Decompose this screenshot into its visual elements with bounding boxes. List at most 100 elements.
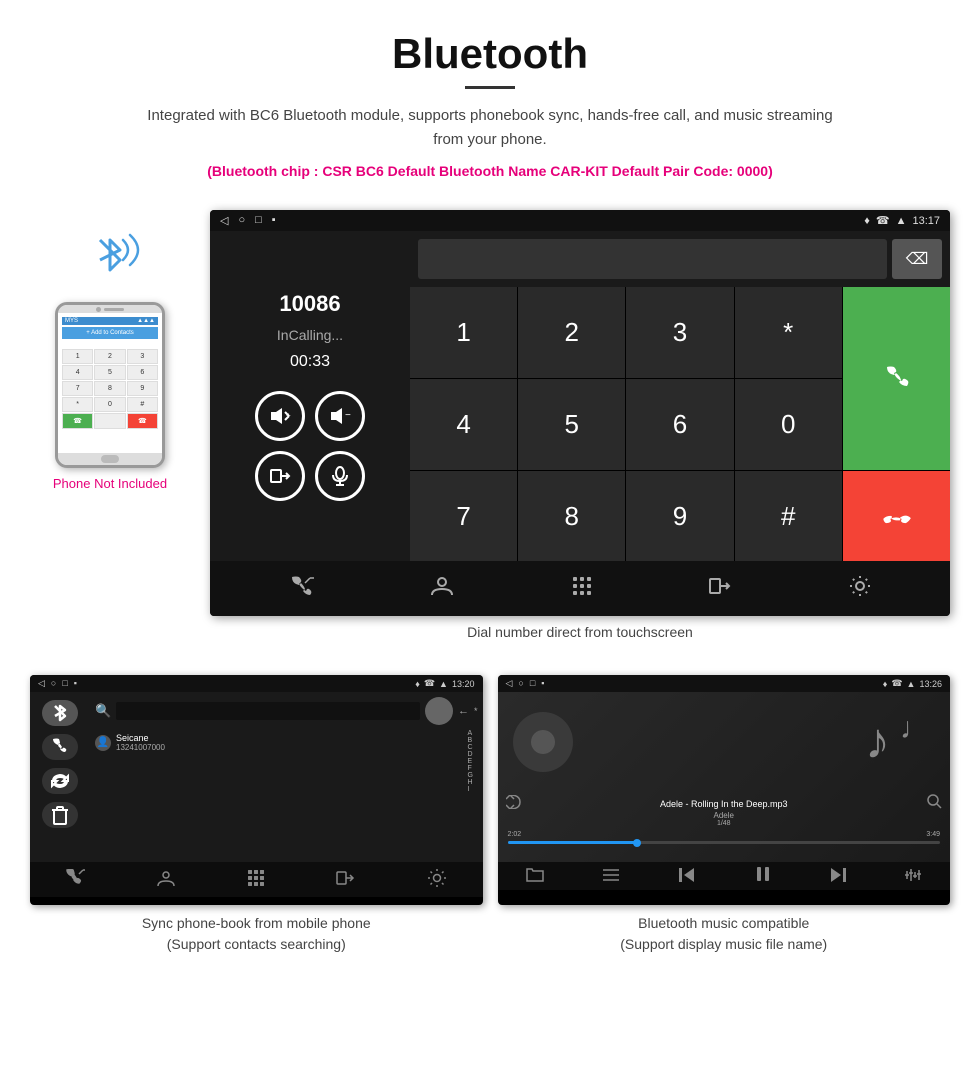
pb-nav-home[interactable]: ○: [51, 678, 56, 689]
phonebook-screen: ◁ ○ □ ▪ ♦ ☎ ▲ 13:20: [30, 675, 483, 905]
music-nav-home[interactable]: ○: [518, 678, 523, 689]
music-next-button[interactable]: [829, 867, 847, 886]
car-bottom-settings-icon[interactable]: [848, 574, 872, 604]
music-controls-bar: [498, 862, 951, 890]
music-info: Adele - Rolling In the Deep.mp3 Adele 1/…: [498, 799, 951, 827]
phone-key-call[interactable]: ☎: [62, 413, 93, 429]
phone-key-7[interactable]: 7: [62, 381, 93, 396]
phone-home-button[interactable]: [101, 455, 119, 463]
pb-bottom-bar: [30, 862, 483, 897]
pb-back-arrow[interactable]: ←: [458, 705, 469, 717]
progress-bar[interactable]: [508, 841, 941, 844]
music-play-button[interactable]: [754, 865, 772, 888]
pb-gps: ♦: [415, 679, 420, 689]
car-bottom-phone-icon[interactable]: [288, 575, 314, 603]
dial-key-5[interactable]: 5: [518, 379, 625, 470]
car-nav-square[interactable]: □: [255, 214, 262, 227]
dial-key-hash[interactable]: #: [735, 471, 842, 562]
pb-call-icon[interactable]: [42, 734, 78, 760]
phone-key-star[interactable]: *: [62, 397, 93, 412]
transfer-button[interactable]: [255, 451, 305, 501]
call-status: InCalling...: [277, 327, 343, 343]
call-controls-row-2: [255, 451, 365, 501]
dial-key-call[interactable]: [843, 287, 950, 469]
pb-bottom-contacts-icon[interactable]: [156, 869, 176, 890]
pb-search-bar[interactable]: [116, 702, 420, 720]
pb-nav-menu[interactable]: ▪: [74, 678, 77, 689]
music-panel: ◁ ○ □ ▪ ♦ ☎ ▲ 13:26: [498, 675, 951, 955]
phone-key-0[interactable]: 0: [94, 397, 125, 412]
wifi-icon: ▲: [896, 215, 907, 227]
music-prev-button[interactable]: [678, 867, 696, 886]
pb-wifi: ▲: [439, 679, 448, 689]
phone-key-hash[interactable]: #: [127, 397, 158, 412]
pb-contact-item[interactable]: 👤 Seicane 13241007000: [95, 730, 468, 755]
dial-key-8[interactable]: 8: [518, 471, 625, 562]
car-nav-menu[interactable]: ▪: [272, 214, 276, 227]
music-nav-menu[interactable]: ▪: [541, 678, 544, 689]
phone-screen: MYS▲▲▲ + Add to Contacts 1 2 3 4 5 6 7 8…: [58, 313, 162, 453]
dial-key-9[interactable]: 9: [626, 471, 733, 562]
dialpad-display: [418, 239, 887, 279]
music-caption-text: Bluetooth music compatible(Support displ…: [620, 915, 827, 952]
car-bottom-contacts-icon[interactable]: [429, 575, 455, 603]
dial-key-1[interactable]: 1: [410, 287, 517, 378]
car-bottom-dialpad-icon[interactable]: [571, 575, 593, 603]
phone-key-8[interactable]: 8: [94, 381, 125, 396]
music-folder-button[interactable]: [526, 867, 544, 886]
phone-key-4[interactable]: 4: [62, 365, 93, 380]
music-wifi: ▲: [907, 679, 916, 689]
dial-key-end[interactable]: [843, 471, 950, 562]
specs-text: (Bluetooth chip : CSR BC6 Default Blueto…: [140, 160, 840, 182]
pb-bottom-settings-icon[interactable]: [427, 868, 447, 891]
music-shuffle-button[interactable]: [506, 795, 524, 812]
car-bottom-transfer-icon[interactable]: [709, 575, 733, 603]
progress-times: 2:02 3:49: [508, 831, 941, 838]
pb-bluetooth-icon[interactable]: [42, 700, 78, 726]
music-eq-button[interactable]: [905, 867, 921, 886]
main-content: MYS▲▲▲ + Add to Contacts 1 2 3 4 5 6 7 8…: [0, 200, 980, 660]
phone-key-2[interactable]: 2: [94, 349, 125, 364]
pb-phone: ☎: [424, 678, 435, 689]
gps-icon: ♦: [864, 215, 870, 227]
phone-key-empty: [94, 413, 125, 429]
pb-search-row: 🔍 ← *: [95, 697, 478, 725]
dial-key-0[interactable]: 0: [735, 379, 842, 470]
phone-key-5[interactable]: 5: [94, 365, 125, 380]
phone-key-end[interactable]: ☎: [127, 413, 158, 429]
music-nav-back[interactable]: ◁: [506, 678, 513, 689]
pb-caption: Sync phone-book from mobile phone(Suppor…: [142, 913, 371, 955]
pb-delete-icon[interactable]: [42, 802, 78, 828]
pb-bottom-grid-icon[interactable]: [247, 869, 265, 890]
car-nav-back[interactable]: ◁: [220, 214, 228, 227]
phone-key-6[interactable]: 6: [127, 365, 158, 380]
dial-key-4[interactable]: 4: [410, 379, 517, 470]
dial-key-7[interactable]: 7: [410, 471, 517, 562]
pb-contact-name: Seicane: [116, 733, 165, 743]
pb-search-icon: 🔍: [95, 703, 111, 719]
pb-nav-sq[interactable]: □: [62, 678, 67, 689]
volume-down-button[interactable]: −: [315, 391, 365, 441]
phone-key-3[interactable]: 3: [127, 349, 158, 364]
progress-thumb[interactable]: [633, 839, 641, 847]
dial-key-3[interactable]: 3: [626, 287, 733, 378]
phone-key-1[interactable]: 1: [62, 349, 93, 364]
pb-nav-back[interactable]: ◁: [38, 678, 45, 689]
bluetooth-signal: [90, 230, 130, 287]
dialpad-delete-button[interactable]: ⌫: [892, 239, 942, 279]
music-search-button[interactable]: [926, 793, 942, 812]
mute-button[interactable]: [315, 451, 365, 501]
pb-bottom-transfer-icon[interactable]: [336, 869, 356, 890]
dial-key-2[interactable]: 2: [518, 287, 625, 378]
dial-key-star[interactable]: *: [735, 287, 842, 378]
phone-key-9[interactable]: 9: [127, 381, 158, 396]
music-list-button[interactable]: [602, 868, 620, 885]
pb-sync-icon[interactable]: [42, 768, 78, 794]
music-nav-sq[interactable]: □: [530, 678, 535, 689]
volume-up-button[interactable]: +: [255, 391, 305, 441]
car-nav-home[interactable]: ○: [238, 214, 245, 227]
phone-add-contact: + Add to Contacts: [62, 327, 158, 339]
pb-bottom-phone-icon[interactable]: [65, 869, 85, 890]
dial-key-6[interactable]: 6: [626, 379, 733, 470]
phone-bottom-bar: [58, 453, 162, 465]
